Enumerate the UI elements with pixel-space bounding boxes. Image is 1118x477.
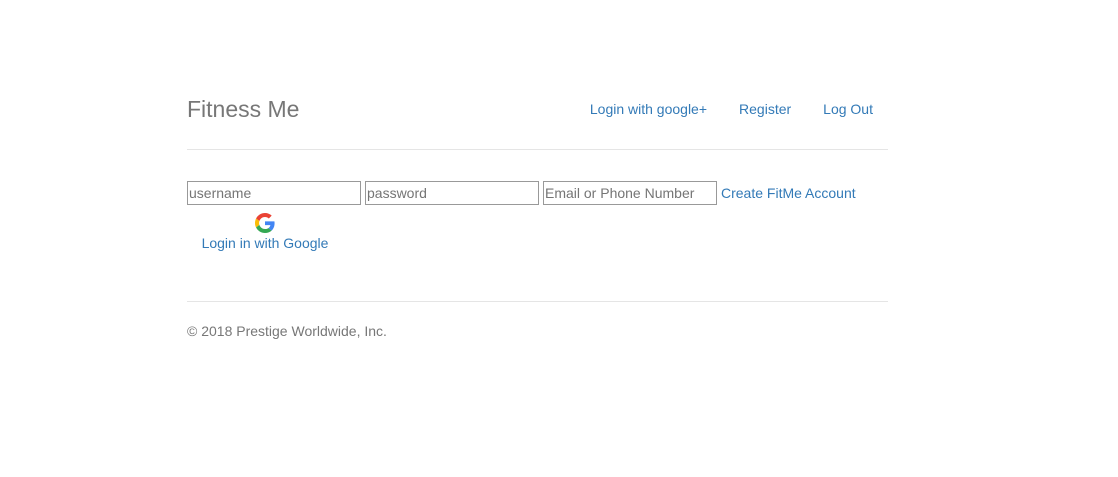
username-input[interactable] [187,181,361,205]
login-form: Create FitMe Account [187,180,856,206]
google-login-button[interactable]: Login in with Google [200,213,330,255]
google-login-label: Login in with Google [201,235,329,251]
email-or-phone-input[interactable] [543,181,717,205]
google-g-icon [255,213,275,233]
brand-link[interactable]: Fitness Me [187,94,299,124]
navbar: Fitness Me Login with google+ Register L… [187,94,888,124]
nav-links: Login with google+ Register Log Out [590,94,873,124]
copyright-text: © 2018 Prestige Worldwide, Inc. [187,323,387,339]
nav-logout-link[interactable]: Log Out [823,101,873,117]
header-divider [187,149,888,150]
footer-divider [187,301,888,302]
nav-login-google-link[interactable]: Login with google+ [590,101,707,117]
nav-register-link[interactable]: Register [739,101,791,117]
password-input[interactable] [365,181,539,205]
create-account-link[interactable]: Create FitMe Account [721,185,856,201]
